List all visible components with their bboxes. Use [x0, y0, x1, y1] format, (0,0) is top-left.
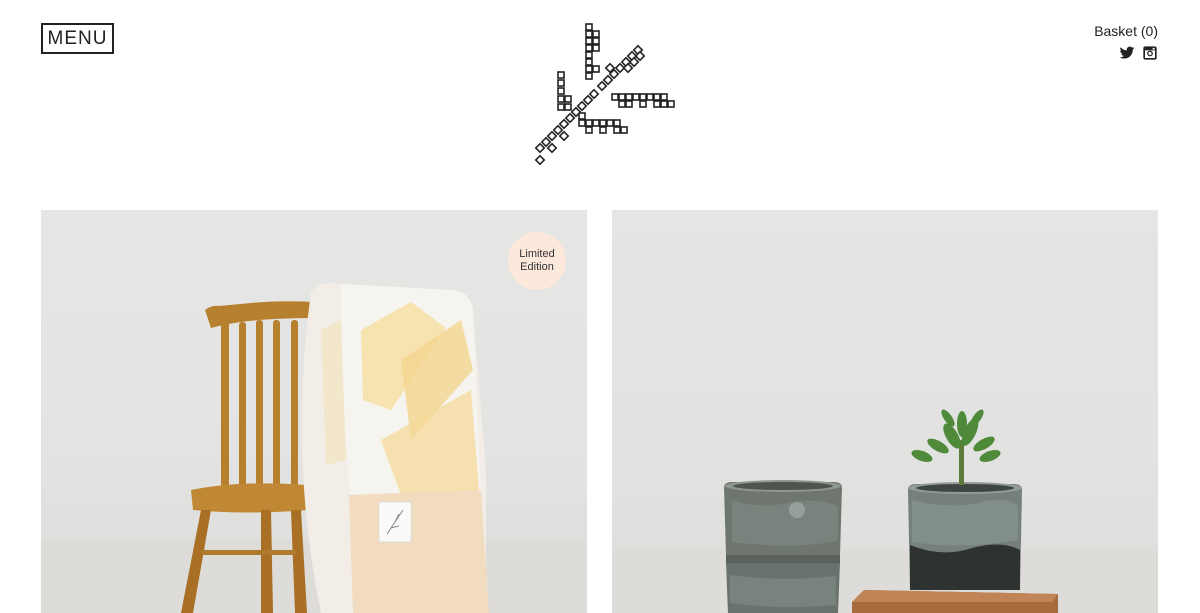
basket-link[interactable]: Basket (0) [1094, 23, 1158, 39]
blanket-on-chair-product[interactable]: Limited Edition [41, 210, 587, 613]
product-image [41, 283, 587, 613]
menu-button[interactable]: MENU [41, 23, 114, 54]
social-links [1119, 45, 1158, 61]
badge-line-2: Edition [520, 261, 554, 273]
product-image [612, 409, 1158, 613]
limited-edition-badge: Limited Edition [508, 232, 566, 290]
cross-stitch-logo-icon[interactable] [532, 20, 677, 168]
ceramic-planters-product[interactable] [612, 210, 1158, 613]
page: MENU Basket (0) Limited Edition [0, 0, 1200, 613]
twitter-icon[interactable] [1119, 45, 1135, 61]
instagram-icon[interactable] [1142, 45, 1158, 61]
badge-line-1: Limited [519, 248, 555, 260]
